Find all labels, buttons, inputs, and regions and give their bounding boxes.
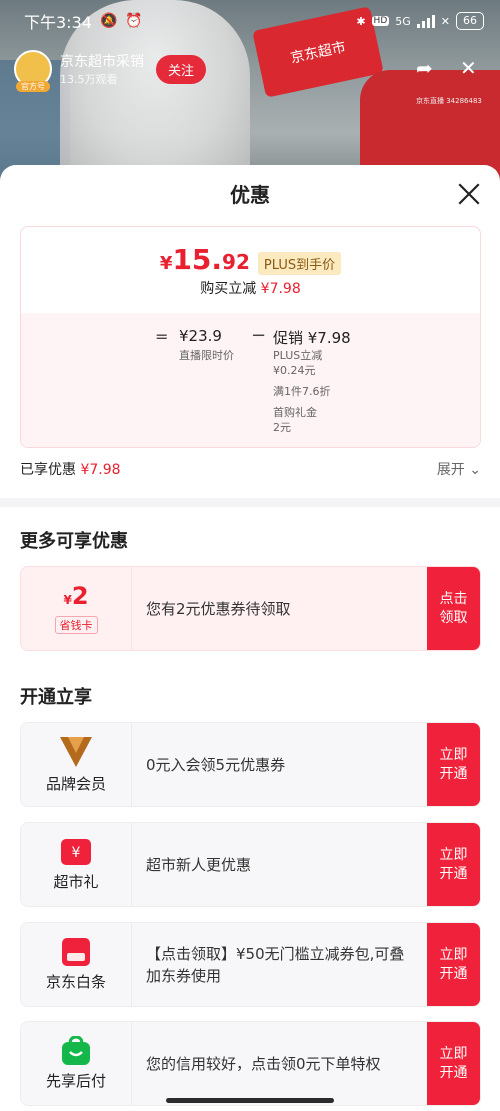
jd-baitiao-icon bbox=[62, 938, 90, 966]
supermarket-gift-label: 超市礼 bbox=[53, 873, 99, 891]
host-views: 13.5万观看 bbox=[60, 73, 118, 86]
brand-member-icon bbox=[60, 737, 92, 767]
jd-baitiao-label: 京东白条 bbox=[45, 973, 106, 991]
expand-button[interactable]: 展开 ⌄ bbox=[437, 459, 481, 479]
final-price: ¥15.92 bbox=[159, 242, 250, 276]
close-icon[interactable]: ✕ bbox=[460, 56, 477, 80]
host-info[interactable]: 京东超市采销 13.5万观看 bbox=[60, 51, 144, 87]
coupon-card[interactable]: ¥2 省钱卡 您有2元优惠券待领取 点击领取 bbox=[20, 566, 481, 651]
network-label: 5G bbox=[395, 14, 411, 28]
plus-price-tag: PLUS到手价 bbox=[257, 251, 342, 275]
battery-icon: 66 bbox=[456, 12, 484, 30]
coupon-text: 您有2元优惠券待领取 bbox=[146, 599, 291, 618]
equals-sign: = bbox=[155, 327, 169, 346]
price-card: ¥15.92 PLUS到手价 购买立减 ¥7.98 = ¥23.9 直播限时价 … bbox=[20, 226, 481, 448]
more-offers-title: 更多可享优惠 bbox=[20, 531, 128, 552]
status-time: 下午3:34 bbox=[24, 13, 92, 32]
alarm-icon: ⏰ bbox=[125, 13, 143, 29]
share-icon[interactable]: ➦ bbox=[416, 56, 433, 80]
follow-button[interactable]: 关注 bbox=[156, 54, 207, 84]
host-tag: 官方号 bbox=[16, 81, 50, 92]
close-sheet-icon[interactable] bbox=[456, 181, 482, 207]
discount-sheet: 优惠 ¥15.92 PLUS到手价 购买立减 ¥7.98 = ¥23.9 直播限… bbox=[0, 165, 500, 1111]
minus-sign: − bbox=[251, 325, 267, 346]
live-id: 京东直播 34286483 bbox=[416, 97, 482, 105]
open-enjoy-title: 开通立享 bbox=[20, 687, 92, 708]
enjoyed-discount: 已享优惠 ¥7.98 bbox=[20, 462, 121, 478]
status-bar: 下午3:34 🔕 ⏰ ✱ HD 5G ✕ 66 bbox=[0, 0, 500, 42]
instant-discount: 购买立减 ¥7.98 bbox=[200, 280, 301, 297]
host-name: 京东超市采销 bbox=[60, 54, 144, 70]
chevron-down-icon: ⌄ bbox=[469, 462, 481, 478]
bluetooth-icon: ✱ bbox=[356, 14, 366, 28]
pay-later-card[interactable]: 先享后付 您的信用较好，点击领0元下单特权 立即开通 bbox=[20, 1021, 481, 1106]
supermarket-gift-card[interactable]: ¥ 超市礼 超市新人更优惠 立即开通 bbox=[20, 822, 481, 907]
brand-member-open-button[interactable]: 立即开通 bbox=[427, 723, 480, 806]
pay-later-icon bbox=[62, 1036, 90, 1065]
pay-later-open-button[interactable]: 立即开通 bbox=[427, 1022, 480, 1105]
supermarket-gift-open-button[interactable]: 立即开通 bbox=[427, 823, 480, 906]
enjoyed-discount-row: 已享优惠 ¥7.98 展开 ⌄ bbox=[20, 459, 481, 479]
jd-baitiao-text: 【点击领取】¥50无门槛立减券包,可叠加东券使用 bbox=[146, 944, 405, 985]
promo-detail: 促销 ¥7.98 PLUS立减 ¥0.24元 满1件7.6折 首购礼金 2元 bbox=[273, 329, 351, 434]
pay-later-label: 先享后付 bbox=[45, 1072, 106, 1090]
supermarket-gift-icon: ¥ bbox=[61, 839, 91, 865]
divider bbox=[0, 498, 500, 507]
coupon-icon-area: ¥2 省钱卡 bbox=[21, 567, 132, 650]
hd-icon: HD bbox=[371, 16, 390, 26]
jd-baitiao-card[interactable]: 京东白条 【点击领取】¥50无门槛立减券包,可叠加东券使用 立即开通 bbox=[20, 922, 481, 1007]
home-indicator[interactable] bbox=[166, 1098, 334, 1103]
claim-coupon-button[interactable]: 点击领取 bbox=[427, 567, 480, 650]
brand-member-label: 品牌会员 bbox=[45, 775, 106, 793]
sheet-title: 优惠 bbox=[230, 183, 270, 207]
wifi-off-icon: ✕ bbox=[440, 14, 450, 28]
supermarket-gift-text: 超市新人更优惠 bbox=[146, 855, 252, 874]
price-breakdown: = ¥23.9 直播限时价 − 促销 ¥7.98 PLUS立减 ¥0.24元 满… bbox=[21, 313, 480, 447]
mute-icon: 🔕 bbox=[99, 13, 118, 29]
brand-member-card[interactable]: 品牌会员 0元入会领5元优惠券 立即开通 bbox=[20, 722, 481, 807]
live-header: 官方号 京东超市采销 13.5万观看 关注 bbox=[14, 50, 207, 92]
svg-text:¥: ¥ bbox=[72, 845, 81, 861]
signal-icon bbox=[416, 14, 435, 28]
brand-member-text: 0元入会领5元优惠券 bbox=[146, 755, 286, 774]
jd-baitiao-open-button[interactable]: 立即开通 bbox=[427, 923, 480, 1006]
avatar[interactable]: 官方号 bbox=[14, 50, 52, 92]
base-price: ¥23.9 直播限时价 bbox=[179, 327, 234, 362]
coupon-amount: ¥2 bbox=[63, 581, 89, 610]
save-card-tag: 省钱卡 bbox=[54, 615, 98, 634]
pay-later-text: 您的信用较好，点击领0元下单特权 bbox=[146, 1054, 381, 1073]
